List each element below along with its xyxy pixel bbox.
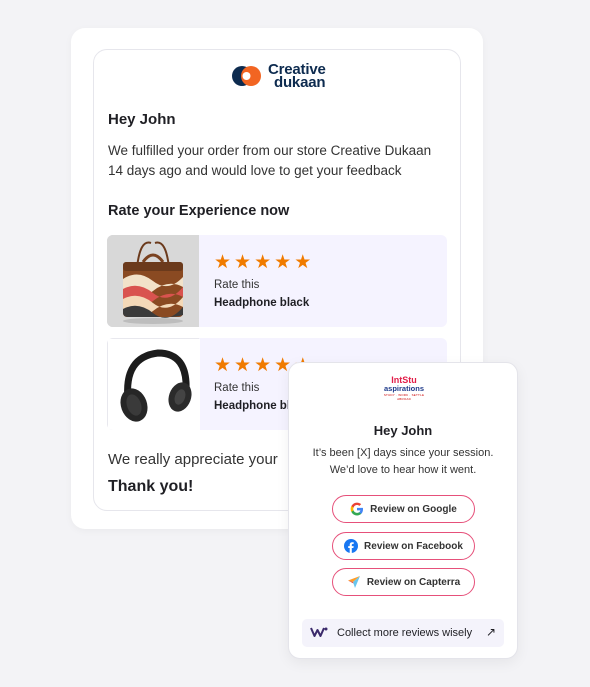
- creative-dukaan-logo: Creative dukaan: [231, 61, 326, 91]
- review-button-label: Review on Facebook: [364, 540, 463, 552]
- review-button-label: Review on Google: [370, 503, 457, 515]
- appreciation-text: We really appreciate your: [108, 451, 278, 468]
- product-row[interactable]: ★ ★ ★ ★ ★ Rate this Headphone black: [107, 235, 447, 327]
- headphones-image: [107, 338, 200, 430]
- rate-heading: Rate your Experience now: [108, 203, 290, 219]
- star-icon[interactable]: ★: [274, 253, 291, 272]
- collect-more-reviews-link[interactable]: Collect more reviews wisely ↗: [302, 619, 504, 647]
- external-arrow-icon: ↗: [485, 625, 496, 639]
- review-on-capterra-button[interactable]: Review on Capterra: [332, 568, 475, 596]
- email-message: We fulfilled your order from our store C…: [108, 143, 432, 178]
- rate-label: Rate this: [214, 382, 260, 394]
- laptop-bag-image: [107, 235, 199, 327]
- product-name: Headphone black: [214, 297, 310, 309]
- star-icon[interactable]: ★: [254, 253, 271, 272]
- collect-label: Collect more reviews wisely: [337, 627, 473, 639]
- review-on-google-button[interactable]: Review on Google: [332, 495, 475, 523]
- star-icon[interactable]: ★: [214, 253, 231, 272]
- intstu-logo: IntStu aspirations STUDY · WORK · SETTLE…: [383, 375, 425, 402]
- star-icon[interactable]: ★: [214, 356, 231, 375]
- logo-mark-icon: [231, 65, 263, 87]
- review-message: It’s been [X] days since your session. W…: [312, 447, 494, 476]
- facebook-icon: [344, 539, 359, 553]
- google-icon: [350, 502, 364, 516]
- rating-stars[interactable]: ★ ★ ★ ★ ★: [214, 253, 311, 272]
- logo-wordmark: Creative dukaan: [268, 61, 326, 91]
- star-icon[interactable]: ★: [234, 356, 251, 375]
- star-icon[interactable]: ★: [234, 253, 251, 272]
- star-icon[interactable]: ★: [294, 253, 311, 272]
- thank-you-text: Thank you!: [108, 478, 194, 495]
- rate-label: Rate this: [214, 279, 260, 291]
- email-greeting: Hey John: [108, 111, 176, 128]
- review-on-facebook-button[interactable]: Review on Facebook: [332, 532, 475, 560]
- wisely-logo-icon: [310, 627, 328, 640]
- review-greeting: Hey John: [373, 423, 433, 438]
- capterra-icon: [347, 575, 361, 589]
- review-button-label: Review on Capterra: [366, 576, 461, 588]
- star-icon[interactable]: ★: [254, 356, 271, 375]
